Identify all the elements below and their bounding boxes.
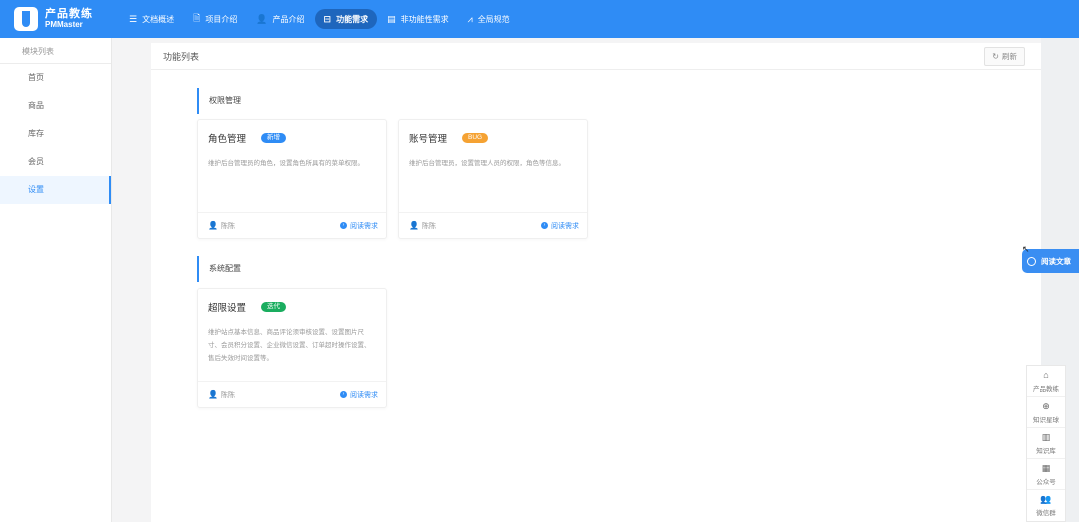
card-header: 超限设置 迭代 [198,289,386,314]
card-title: 超限设置 [208,303,247,314]
arrow-right-circle-icon: › [340,391,347,398]
float-menu-label: 微信群 [1036,510,1056,517]
nav-item-document[interactable]: ▤ 非功能性需求 [378,9,458,29]
nav-item-file[interactable]: 🗎 项目介绍 [184,9,246,29]
float-menu-label: 知识库 [1036,447,1056,455]
page-title: 功能列表 [163,51,200,62]
float-menu-item[interactable]: ▦ 公众号 [1027,459,1065,490]
nav-item-label: 功能需求 [336,14,369,24]
float-menu-label: 知识星球 [1033,416,1059,424]
mouse-cursor-icon: ↖ [1022,244,1030,254]
card-author: 👤 陈陈 [208,390,235,400]
status-badge: BUG [462,133,489,143]
book-icon: ▥ [1041,431,1051,442]
read-article-label: 阅读文章 [1041,256,1071,266]
user-icon: 👤 [208,390,218,399]
refresh-button[interactable]: ↻ 刷新 [984,46,1025,66]
nav-item-package[interactable]: ⊟ 功能需求 [314,9,378,29]
sidebar-item[interactable]: 设置 [0,176,111,204]
section-title: 系统配置 [197,256,241,282]
nav-item-chart[interactable]: ⩘ 全局规范 [459,9,519,29]
nav-item-label: 文档概述 [142,14,175,24]
float-menu-item[interactable]: ⊕ 知识星球 [1027,397,1065,428]
arrow-right-circle-icon: › [541,222,548,229]
sidebar-item[interactable]: 库存 [0,120,111,148]
package-icon: ⊟ [323,13,332,24]
group-icon: 👥 [1040,494,1052,504]
main-header: 功能列表 ↻ 刷新 [151,43,1041,70]
requirement-card[interactable]: 账号管理 BUG 维护后台管理员，设置管理人员的权限，角色等信息。 👤 陈陈 › 阅读需求 [398,119,588,239]
brand-logo[interactable]: 产品教练 PMMaster [0,7,120,31]
card-author: 👤 陈陈 [409,221,436,231]
arrow-right-circle-icon: › [340,222,347,229]
status-badge: 迭代 [261,302,287,312]
sidebar-item[interactable]: 商品 [0,92,111,120]
card-description: 维护站点基本信息、商品评论须审核设置、设置图片尺寸、会员积分设置、企业微信设置、… [208,329,371,362]
read-link-label: 阅读需求 [551,222,579,230]
card-description: 维护后台管理员的角色，设置角色所具有的菜单权限。 [208,160,364,167]
requirement-card[interactable]: 角色管理 新增维护后台管理员的角色，设置角色所具有的菜单权限。 👤 陈陈 › 阅读需求 [197,119,387,239]
card-header: 账号管理 BUG [399,120,587,145]
status-badge: 新增 [261,133,287,143]
circle-icon [1027,256,1036,266]
floating-menu: ⌂ 产品教练 ⊕ 知识星球 ▥ 知识库 ▦ 公众号 👥 微信群 [1026,365,1066,522]
top-navbar: 产品教练 PMMaster ☰ 文档概述 🗎 项目介绍 👤 产品介绍 ⊟ 功能需求 ▤ 非功能性需… [0,0,1079,38]
main-panel: 功能列表 ↻ 刷新 权限管理 系统配置 角色管理 新增维护后台管理员的角色，设置角… [151,43,1041,522]
section-title: 权限管理 [197,88,241,114]
module-sidebar: 模块列表 首页 商品 库存 会员 设置 [0,38,112,522]
list-icon: ☰ [129,13,138,24]
nav-item-label: 产品介绍 [272,14,305,24]
user-icon: 👤 [409,221,419,230]
float-menu-label: 产品教练 [1033,385,1059,393]
float-menu-item[interactable]: ⌂ 产品教练 [1027,366,1065,397]
card-title: 账号管理 [409,134,448,145]
float-menu-item[interactable]: ▥ 知识库 [1027,428,1065,459]
nav-item-label: 全局规范 [477,14,510,24]
read-requirement-link[interactable]: › 阅读需求 [541,221,579,231]
brand-name-en: PMMaster [45,20,83,29]
globe-icon: ⊕ [1042,400,1050,411]
read-requirement-link[interactable]: › 阅读需求 [340,221,378,231]
read-link-label: 阅读需求 [350,222,378,230]
author-name: 陈陈 [421,222,436,230]
brand-name-cn: 产品教练 [45,8,93,20]
qrcode-icon: ▦ [1041,462,1051,473]
card-author: 👤 陈陈 [208,221,235,231]
document-icon: ▤ [387,13,396,24]
main-nav: ☰ 文档概述 🗎 项目介绍 👤 产品介绍 ⊟ 功能需求 ▤ 非功能性需求 ⩘ 全局规范 [120,0,520,38]
section-system-config: 系统配置 [197,256,241,282]
nav-item-label: 非功能性需求 [400,14,449,24]
read-article-button[interactable]: 阅读文章 [1022,249,1079,273]
author-name: 陈陈 [220,391,235,399]
user-icon: 👤 [208,221,218,230]
sidebar-item[interactable]: 会员 [0,148,111,176]
nav-item-label: 项目介绍 [205,14,238,24]
float-menu-item[interactable]: 👥 微信群 [1027,490,1065,521]
refresh-label: 刷新 [1002,51,1017,61]
chart-icon: ⩘ [467,13,473,24]
home-icon: ⌂ [1043,369,1049,380]
file-icon: 🗎 [193,13,201,23]
read-link-label: 阅读需求 [350,391,378,399]
card-header: 角色管理 新增 [198,120,386,145]
read-requirement-link[interactable]: › 阅读需求 [340,390,378,400]
requirement-card[interactable]: 超限设置 迭代维护站点基本信息、商品评论须审核设置、设置图片尺寸、会员积分设置、企… [197,288,387,408]
nav-item-user[interactable]: 👤 产品介绍 [247,9,313,29]
sidebar-item[interactable]: 首页 [0,64,111,92]
user-icon: 👤 [256,13,268,24]
float-menu-label: 公众号 [1036,478,1056,486]
logo-icon [14,7,38,31]
refresh-icon: ↻ [992,51,999,61]
sidebar-header: 模块列表 [0,38,111,64]
card-description: 维护后台管理员，设置管理人员的权限，角色等信息。 [409,160,565,167]
card-title: 角色管理 [208,134,247,145]
card-footer: 👤 陈陈 › 阅读需求 [399,212,587,238]
card-footer: 👤 陈陈 › 阅读需求 [198,212,386,238]
author-name: 陈陈 [220,222,235,230]
section-permission: 权限管理 [197,88,241,114]
nav-item-list[interactable]: ☰ 文档概述 [120,9,183,29]
card-footer: 👤 陈陈 › 阅读需求 [198,381,386,407]
